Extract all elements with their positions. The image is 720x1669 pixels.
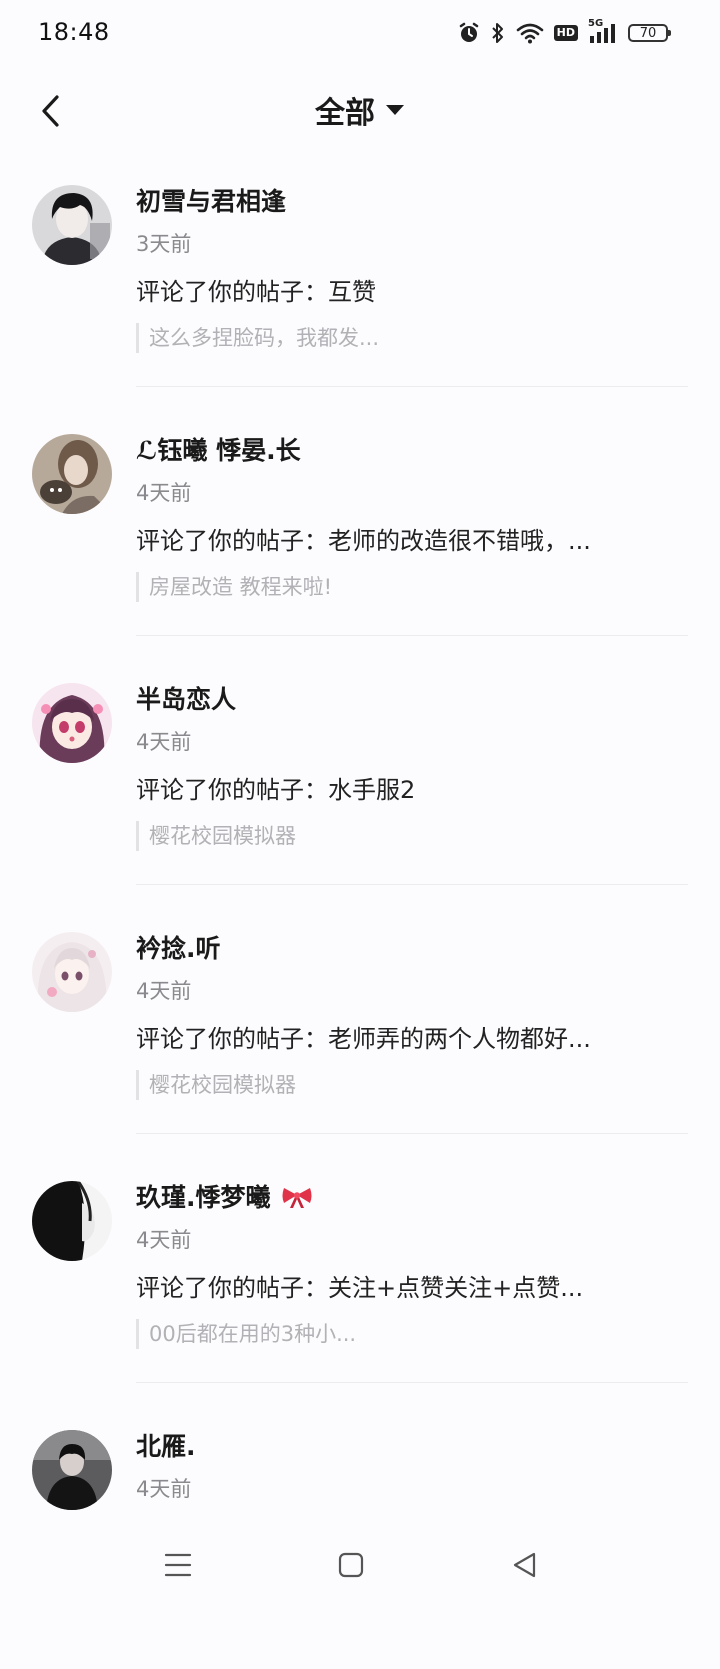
user-name[interactable]: 初雪与君相逢	[136, 182, 286, 218]
avatar[interactable]	[32, 1181, 112, 1261]
timestamp: 4天前	[136, 481, 192, 505]
notification-list: 初雪与君相逢 3天前 评论了你的帖子：互赞 这么多捏脸码，我都发... ℒ钰曦 …	[0, 175, 720, 1669]
page-title: 全部	[315, 96, 375, 131]
avatar[interactable]	[32, 932, 112, 1012]
wifi-icon	[516, 22, 544, 44]
comment-text[interactable]: 评论了你的帖子：老师的改造很不错哦，...	[136, 521, 676, 556]
avatar[interactable]	[32, 683, 112, 763]
bluetooth-icon	[490, 22, 506, 44]
list-item[interactable]: 衿捻.听 4天前 评论了你的帖子：老师弄的两个人物都好... 樱花校园模拟器	[0, 922, 720, 1171]
list-item[interactable]: 半岛恋人 4天前 评论了你的帖子：水手服2 樱花校园模拟器	[0, 673, 720, 922]
status-icons: HD 5G 70	[458, 18, 671, 46]
list-item[interactable]: 初雪与君相逢 3天前 评论了你的帖子：互赞 这么多捏脸码，我都发...	[0, 175, 720, 424]
timestamp: 4天前	[136, 979, 192, 1003]
system-nav-bar	[0, 1520, 720, 1612]
menu-button[interactable]	[150, 1540, 206, 1590]
header: 全部	[0, 80, 720, 142]
user-name-text: 玖瑾.悸梦曦	[136, 1183, 271, 1212]
comment-text[interactable]: 评论了你的帖子：水手服2	[136, 770, 676, 805]
avatar-bw-girl-profile-icon	[32, 1181, 112, 1261]
battery-indicator: 70	[628, 24, 671, 42]
avatar-anime-girl-white-icon	[32, 932, 112, 1012]
signal-5g-icon: 5G	[588, 18, 618, 44]
user-name[interactable]: 玖瑾.悸梦曦	[136, 1178, 313, 1214]
post-quote[interactable]: 樱花校园模拟器	[136, 1070, 296, 1100]
user-name[interactable]: 北雁.	[136, 1427, 196, 1463]
timestamp: 3天前	[136, 232, 192, 256]
back-nav-button[interactable]	[496, 1540, 552, 1590]
triangle-back-icon	[513, 1552, 536, 1578]
comment-text[interactable]: 评论了你的帖子：老师弄的两个人物都好...	[136, 1019, 676, 1054]
hd-badge: HD	[553, 25, 578, 41]
post-quote[interactable]: 这么多捏脸码，我都发...	[136, 323, 379, 353]
post-quote[interactable]: 00后都在用的3种小...	[136, 1319, 356, 1349]
post-quote[interactable]: 房屋改造 教程来啦!	[136, 572, 332, 602]
divider	[136, 884, 688, 885]
alarm-icon	[458, 22, 480, 44]
post-quote[interactable]: 樱花校园模拟器	[136, 821, 296, 851]
avatar-anime-girl-pink-icon	[32, 683, 112, 763]
user-name[interactable]: 衿捻.听	[136, 929, 221, 965]
home-button[interactable]	[323, 1540, 379, 1590]
divider	[136, 1133, 688, 1134]
network-label: 5G	[588, 18, 604, 29]
menu-icon	[164, 1553, 192, 1577]
bow-emoji-icon	[282, 1188, 312, 1208]
user-name[interactable]: ℒ钰曦 悸晏.长	[136, 431, 301, 467]
avatar[interactable]	[32, 434, 112, 514]
status-bar: 18:48 HD 5G 70	[0, 0, 720, 62]
timestamp: 4天前	[136, 730, 192, 754]
avatar-dark-hair-boy-icon	[32, 185, 112, 265]
avatar[interactable]	[32, 1430, 112, 1510]
timestamp: 4天前	[136, 1477, 192, 1501]
list-item[interactable]: ℒ钰曦 悸晏.长 4天前 评论了你的帖子：老师的改造很不错哦，... 房屋改造 …	[0, 424, 720, 673]
comment-text[interactable]: 评论了你的帖子：互赞	[136, 272, 676, 307]
list-item[interactable]: 玖瑾.悸梦曦 4天前 评论了你的帖子：关注+点赞关注+点赞... 00后都在用的…	[0, 1171, 720, 1420]
divider	[136, 386, 688, 387]
filter-dropdown[interactable]: 全部	[0, 88, 720, 132]
avatar-girl-with-pet-icon	[32, 434, 112, 514]
square-home-icon	[338, 1552, 364, 1578]
battery-level: 70	[639, 25, 657, 41]
status-time: 18:48	[38, 18, 110, 46]
avatar-man-dark-coat-icon	[32, 1430, 112, 1510]
timestamp: 4天前	[136, 1228, 192, 1252]
comment-text[interactable]: 评论了你的帖子：关注+点赞关注+点赞...	[136, 1268, 676, 1303]
avatar[interactable]	[32, 185, 112, 265]
user-name[interactable]: 半岛恋人	[136, 680, 236, 716]
divider	[136, 635, 688, 636]
divider	[136, 1382, 688, 1383]
caret-down-icon	[386, 105, 404, 115]
